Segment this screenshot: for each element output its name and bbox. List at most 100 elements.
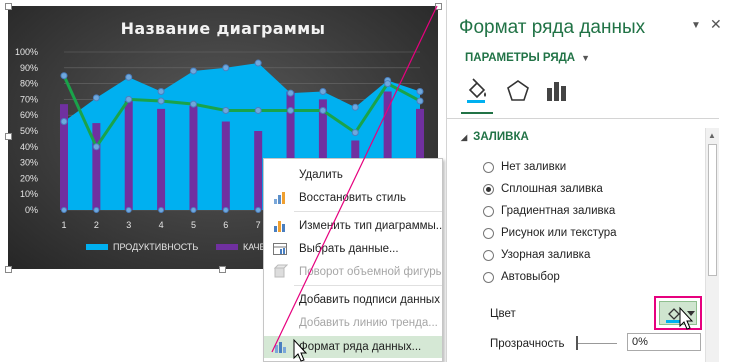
menu-item-format-series[interactable]: Формат ряда данных... (264, 336, 442, 358)
radio-label: Нет заливки (501, 161, 567, 173)
select-data-icon (273, 243, 287, 255)
bar-quality (221, 121, 230, 210)
series-marker (125, 73, 133, 81)
active-tab-indicator (461, 112, 493, 114)
transparency-label: Прозрачность (490, 338, 565, 350)
bar-quality (124, 100, 133, 210)
menu-separator (294, 285, 442, 286)
3d-rotation-icon (273, 264, 288, 278)
resize-handle[interactable] (5, 3, 12, 10)
radio-no-fill[interactable]: Нет заливки (483, 161, 566, 173)
radio-button[interactable] (483, 271, 494, 283)
y-tick-label: 90% (20, 63, 38, 73)
menu-item-label: Добавить подписи данных (299, 294, 440, 306)
radio-label: Градиентная заливка (501, 205, 616, 217)
series-marker (157, 88, 165, 95)
series-marker (319, 88, 327, 95)
radio-button[interactable] (483, 161, 494, 173)
y-tick-label: 40% (20, 142, 38, 152)
radio-button[interactable] (483, 183, 494, 195)
menu-item-label: Удалить (299, 169, 343, 181)
radio-picture-fill[interactable]: Рисунок или текстура (483, 227, 617, 239)
line-marker (60, 72, 68, 80)
y-tick-label: 70% (20, 94, 38, 104)
menu-item-delete[interactable]: Удалить (264, 164, 442, 186)
y-tick-label: 0% (25, 205, 38, 215)
radio-button[interactable] (483, 227, 494, 239)
radio-button[interactable] (483, 249, 494, 261)
fill-line-tab-icon[interactable] (464, 78, 490, 104)
paint-bucket-icon (666, 308, 695, 323)
screen: { "chart_data": { "type": "bar", "title"… (0, 0, 736, 362)
fill-section-label: ЗАЛИВКА (473, 131, 529, 143)
menu-item-label: Выбрать данные... (299, 243, 399, 255)
radio-label: Автовыбор (501, 271, 560, 283)
x-tick-label: 3 (126, 220, 131, 230)
menu-item-add-trendline[interactable]: Добавить линию тренда... (264, 312, 442, 334)
chevron-down-icon: ▼ (581, 53, 591, 63)
menu-item-select-data[interactable]: Выбрать данные... (264, 238, 442, 260)
line-marker (125, 95, 133, 103)
x-tick-label: 5 (191, 220, 196, 230)
change-chart-type-icon (274, 221, 285, 232)
series-marker-base (255, 207, 262, 213)
transparency-input[interactable]: 0% (627, 333, 701, 351)
format-series-icon (275, 342, 286, 353)
series-marker (254, 59, 262, 67)
radio-gradient-fill[interactable]: Градиентная заливка (483, 205, 615, 217)
pane-scrollbar[interactable]: ▲ (705, 128, 719, 362)
scroll-up-icon[interactable]: ▲ (708, 131, 716, 140)
series-marker-base (190, 207, 197, 213)
menu-item-label: Добавить линию тренда... (299, 317, 438, 329)
context-menu: Удалить Восстановить стиль Изменить тип … (263, 158, 443, 362)
series-options-label: ПАРАМЕТРЫ РЯДА (465, 52, 576, 64)
legend-item-productivity[interactable]: ПРОДУКТИВНОСТЬ (86, 242, 198, 252)
series-options-tab-icon[interactable] (543, 78, 569, 104)
y-tick-label: 10% (20, 189, 38, 199)
series-options-dropdown[interactable]: ПАРАМЕТРЫ РЯДА ▼ (465, 52, 590, 64)
line-marker (384, 80, 392, 88)
line-marker (254, 106, 262, 114)
line-marker (157, 97, 165, 105)
radio-label: Рисунок или текстура (501, 227, 617, 239)
menu-item-label: Восстановить стиль (299, 192, 406, 204)
transparency-slider[interactable] (577, 343, 617, 344)
menu-item-label: Формат ряда данных... (299, 341, 422, 353)
series-marker (60, 118, 68, 126)
close-icon[interactable]: ✕ (710, 16, 722, 33)
pane-options-chevron-icon[interactable]: ▼ (691, 20, 701, 31)
y-tick-label: 100% (15, 47, 38, 57)
y-tick-label: 30% (20, 158, 38, 168)
scroll-thumb[interactable] (708, 144, 717, 276)
menu-item-3d-rotation[interactable]: Поворот объемной фигуры... (264, 261, 442, 283)
bar-quality (157, 108, 166, 210)
line-marker (222, 106, 230, 114)
transparency-slider-thumb[interactable] (576, 336, 578, 350)
resize-handle[interactable] (5, 133, 12, 140)
legend-label: ПРОДУКТИВНОСТЬ (113, 242, 199, 252)
pane-divider (447, 118, 719, 119)
menu-item-reset-style[interactable]: Восстановить стиль (264, 187, 442, 209)
line-marker (351, 129, 359, 137)
menu-item-change-chart-type[interactable]: Изменить тип диаграммы... (264, 215, 442, 237)
y-tick-label: 60% (20, 110, 38, 120)
resize-handle[interactable] (219, 266, 226, 273)
series-marker-base (125, 207, 132, 213)
fill-section-header[interactable]: ◢ ЗАЛИВКА (461, 131, 529, 143)
radio-button[interactable] (483, 205, 494, 217)
resize-handle[interactable] (5, 266, 12, 273)
resize-handle[interactable] (435, 3, 442, 10)
color-label: Цвет (490, 308, 516, 320)
radio-label: Узорная заливка (501, 249, 591, 261)
menu-separator (294, 211, 442, 212)
radio-automatic[interactable]: Автовыбор (483, 271, 560, 283)
radio-pattern-fill[interactable]: Узорная заливка (483, 249, 590, 261)
menu-item-add-data-labels[interactable]: Добавить подписи данных (264, 289, 442, 311)
x-tick-label: 7 (256, 220, 261, 230)
color-picker-button[interactable] (654, 296, 702, 330)
series-marker-base (222, 207, 229, 213)
effects-tab-icon[interactable] (505, 78, 531, 104)
radio-solid-fill[interactable]: Сплошная заливка (483, 183, 603, 195)
x-tick-label: 1 (61, 220, 66, 230)
line-marker (319, 106, 327, 114)
